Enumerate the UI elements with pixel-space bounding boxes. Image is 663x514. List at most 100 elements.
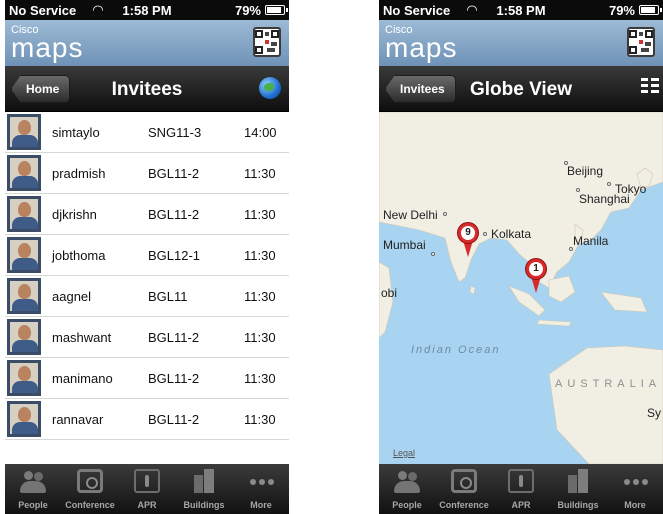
invitee-time: 14:00 (244, 125, 277, 140)
conference-icon (77, 469, 103, 493)
globe-icon[interactable] (259, 77, 281, 99)
city-label-manila: Manila (573, 234, 609, 248)
list-item[interactable]: manimano BGL11-2 11:30 (5, 358, 289, 399)
invitee-room: BGL11-2 (148, 207, 200, 222)
page-title: Globe View (469, 79, 573, 100)
brand-header: Cisco maps (379, 20, 663, 66)
invitee-room: BGL12-1 (148, 248, 201, 263)
battery-icon (639, 5, 662, 15)
avatar (7, 155, 41, 191)
tab-label: Buildings (183, 500, 225, 510)
city-label-kolkata: Kolkata (491, 227, 532, 241)
invitee-username: aagnel (52, 289, 92, 304)
tab-buildings[interactable]: Buildings (176, 464, 232, 514)
tab-bar: People Conference APR Buildings More (5, 464, 289, 514)
more-icon (248, 469, 274, 493)
invitee-username: jobthoma (52, 248, 106, 263)
invitee-room: BGL11-2 (148, 330, 200, 345)
list-icon[interactable] (641, 78, 659, 98)
page-title: Invitees (111, 79, 183, 100)
tab-more[interactable]: More (607, 464, 663, 514)
avatar (7, 401, 41, 437)
tab-label: More (624, 500, 646, 510)
tab-bar: People Conference APR Buildings More (379, 464, 663, 514)
ocean-label: Indian Ocean (411, 344, 501, 356)
tab-label: APR (511, 500, 531, 510)
tab-conference[interactable]: Conference (436, 464, 492, 514)
tab-more[interactable]: More (233, 464, 289, 514)
buildings-icon (191, 469, 217, 493)
invitee-time: 11:30 (244, 289, 276, 304)
tab-apr[interactable]: APR (119, 464, 175, 514)
pin-count: 1 (529, 262, 543, 276)
avatar (7, 278, 41, 314)
map-pin[interactable]: 1 (525, 258, 547, 294)
city-label-partial-left: obi (381, 286, 398, 300)
list-item[interactable]: rannavar BGL11-2 11:30 (5, 399, 289, 440)
avatar (7, 237, 41, 273)
city-label-shanghai: Shanghai (579, 192, 630, 206)
apr-icon (508, 469, 534, 493)
legal-link[interactable]: Legal (393, 448, 415, 458)
tab-people[interactable]: People (5, 464, 61, 514)
tab-label: People (18, 500, 48, 510)
city-marker (483, 232, 487, 236)
tab-conference[interactable]: Conference (62, 464, 118, 514)
avatar (7, 114, 41, 150)
navigation-bar: Invitees Globe View (379, 66, 663, 112)
invitee-username: pradmish (52, 166, 106, 181)
tab-label: More (250, 500, 272, 510)
city-label-partial-right: Sy (647, 406, 662, 420)
invitee-room: SNG11-3 (148, 125, 202, 140)
invitee-username: mashwant (52, 330, 112, 345)
battery-icon (265, 5, 288, 15)
tab-label: Buildings (557, 500, 599, 510)
brand-app-name: maps (11, 32, 84, 63)
city-marker (431, 252, 435, 256)
people-icon (394, 469, 420, 493)
brand-app-name: maps (385, 32, 458, 63)
map-pin[interactable]: 9 (457, 222, 479, 258)
invitee-time: 11:30 (244, 248, 276, 263)
tab-label: Conference (439, 500, 489, 510)
tab-apr[interactable]: APR (493, 464, 549, 514)
world-map[interactable]: Beijing Tokyo Shanghai New Delhi Kolkata… (379, 112, 663, 464)
status-bar: No Service ◠ 1:58 PM 79% (379, 0, 663, 20)
people-icon (20, 469, 46, 493)
invitee-time: 11:30 (244, 371, 276, 386)
pin-count: 9 (461, 226, 475, 240)
country-label: AUSTRALIA (555, 378, 662, 390)
invitee-time: 11:30 (244, 166, 276, 181)
list-item[interactable]: aagnel BGL11 11:30 (5, 276, 289, 317)
avatar (7, 360, 41, 396)
more-icon (622, 469, 648, 493)
city-marker (607, 182, 611, 186)
navigation-bar: Home Invitees (5, 66, 289, 112)
buildings-icon (565, 469, 591, 493)
brand-header: Cisco maps (5, 20, 289, 66)
invitee-room: BGL11 (148, 289, 188, 304)
list-item[interactable]: jobthoma BGL12-1 11:30 (5, 235, 289, 276)
invitee-list: simtaylo SNG11-3 14:00 pradmish BGL11-2 11:30… (5, 112, 289, 464)
invitee-time: 11:30 (244, 207, 276, 222)
city-label-beijing: Beijing (567, 164, 604, 178)
tab-people[interactable]: People (379, 464, 435, 514)
qr-code-button[interactable] (627, 27, 655, 57)
list-item[interactable]: pradmish BGL11-2 11:30 (5, 153, 289, 194)
battery-label: 79% (234, 3, 261, 18)
tab-buildings[interactable]: Buildings (550, 464, 606, 514)
qr-code-icon (629, 30, 653, 54)
invitee-username: simtaylo (52, 125, 100, 140)
map-landmass (379, 112, 663, 464)
list-item[interactable]: simtaylo SNG11-3 14:00 (5, 112, 289, 153)
list-item[interactable]: mashwant BGL11-2 11:30 (5, 317, 289, 358)
conference-icon (451, 469, 477, 493)
list-item[interactable]: djkrishn BGL11-2 11:30 (5, 194, 289, 235)
invitee-room: BGL11-2 (148, 371, 200, 386)
city-label-mumbai: Mumbai (383, 238, 426, 252)
invitees-screen: No Service ◠ 1:58 PM 79% Cisco maps Home… (5, 0, 289, 514)
qr-code-button[interactable] (253, 27, 281, 57)
apr-icon (134, 469, 160, 493)
city-marker (443, 212, 447, 216)
invitee-time: 11:30 (244, 330, 276, 345)
